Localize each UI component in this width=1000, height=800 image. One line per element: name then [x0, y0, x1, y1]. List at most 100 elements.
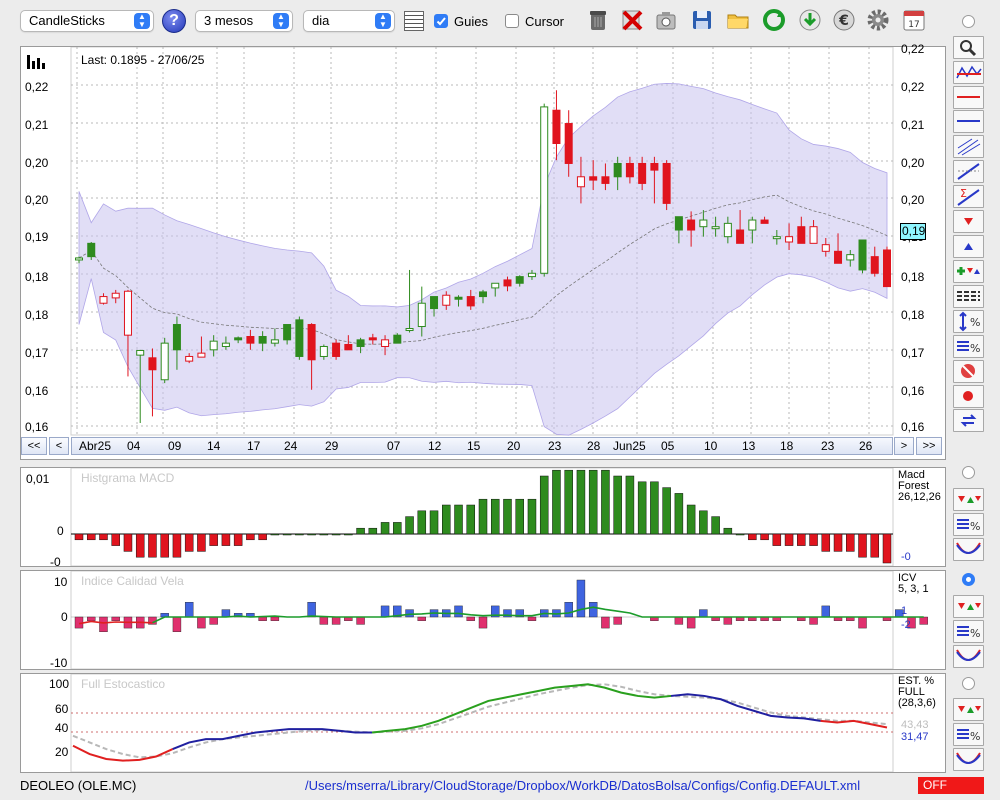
- record-button[interactable]: [953, 385, 984, 408]
- download-icon[interactable]: [798, 8, 822, 32]
- dashed-lines-icon: [957, 291, 980, 301]
- candle-body: [797, 226, 806, 244]
- candle-body: [123, 290, 132, 336]
- candle-body: [760, 219, 769, 224]
- icv-value-1: 1: [901, 605, 908, 617]
- icv-radio[interactable]: [962, 573, 975, 586]
- cursor-checkbox[interactable]: [505, 14, 519, 28]
- macd-radio[interactable]: [962, 466, 975, 479]
- candle-body: [564, 123, 573, 164]
- macd-signal-button[interactable]: [953, 488, 984, 511]
- svg-text:%: %: [970, 627, 980, 640]
- trash-icon[interactable]: [586, 8, 610, 32]
- up-arrow-button[interactable]: [953, 235, 984, 258]
- calendar-grid-icon[interactable]: [404, 11, 424, 31]
- stoch-curve-button[interactable]: [953, 748, 984, 771]
- euro-icon[interactable]: €: [832, 8, 856, 32]
- date-scrollbar[interactable]: [71, 437, 893, 455]
- main-chart-radio[interactable]: [962, 15, 975, 28]
- icv-signal-button[interactable]: [953, 595, 984, 618]
- price-right-y-tick: 0,20: [901, 193, 925, 207]
- svg-text:%: %: [970, 316, 980, 329]
- price-y-tick: 0,22: [25, 80, 49, 94]
- stoch-percent-button[interactable]: %: [953, 723, 984, 746]
- lines-button[interactable]: [953, 285, 984, 308]
- swap-button[interactable]: [953, 409, 984, 432]
- guides-checkbox[interactable]: [434, 14, 448, 28]
- sigma-line-icon: Σ: [957, 187, 980, 206]
- trendline-tool-button[interactable]: [953, 160, 984, 183]
- macd-bar: [393, 522, 402, 535]
- icv-bar: [405, 609, 414, 618]
- stoch-signal-button[interactable]: [953, 698, 984, 721]
- trendline-icon: [957, 163, 980, 180]
- candle-body: [772, 236, 781, 240]
- date-tick-label: 07: [387, 439, 401, 453]
- macd-percent-button[interactable]: %: [953, 513, 984, 536]
- macd-bar: [111, 533, 120, 546]
- horizontal-red-line-button[interactable]: [953, 86, 984, 109]
- config-path-link[interactable]: /Users/mserra/Library/CloudStorage/Dropb…: [305, 778, 860, 793]
- macd-bar: [846, 533, 855, 552]
- red-green-arrows-icon: [958, 603, 981, 610]
- calendar-icon[interactable]: 17: [902, 8, 926, 32]
- camera-icon[interactable]: [654, 8, 678, 32]
- candle-body: [270, 339, 279, 344]
- checkmark-icon: [436, 17, 446, 26]
- macd-bar: [270, 533, 280, 536]
- macd-bar: [74, 533, 84, 541]
- zoom-button[interactable]: [953, 36, 984, 59]
- macd-bar: [527, 498, 537, 535]
- percent-range-button[interactable]: %: [953, 310, 984, 333]
- price-right-y-tick: 0,20: [901, 156, 925, 170]
- date-tick-label: 18: [780, 439, 794, 453]
- add-signal-button[interactable]: [953, 260, 984, 283]
- help-icon[interactable]: ?: [162, 9, 186, 33]
- icv-percent-button[interactable]: %: [953, 620, 984, 643]
- interval-select[interactable]: dia ▲ ▼: [303, 10, 395, 32]
- folder-icon[interactable]: [726, 8, 750, 32]
- nav-prev-button[interactable]: <: [49, 437, 69, 455]
- icv-curve-button[interactable]: [953, 645, 984, 668]
- candle-body: [674, 216, 683, 231]
- nav-first-button[interactable]: <<: [21, 437, 47, 455]
- candle-body: [111, 292, 120, 299]
- chart-type-select[interactable]: CandleSticks ▲ ▼: [20, 10, 154, 32]
- channel-tool-button[interactable]: [953, 135, 984, 158]
- fibonacci-tool-button[interactable]: Σ: [953, 185, 984, 208]
- record-icon: [963, 391, 973, 401]
- candle-body: [540, 106, 549, 274]
- down-arrow-button[interactable]: [953, 210, 984, 233]
- status-off-badge[interactable]: OFF: [918, 777, 984, 794]
- candle-body: [172, 324, 181, 351]
- indicator-overlay-button[interactable]: [953, 61, 984, 84]
- macd-panel: Histgrama MACD 0,01 0 -0 Macd Forest 26,…: [20, 467, 946, 568]
- candle-body: [356, 339, 365, 347]
- nav-last-button[interactable]: >>: [916, 437, 942, 455]
- macd-bar: [748, 533, 757, 541]
- period-select[interactable]: 3 mesos ▲ ▼: [195, 10, 293, 32]
- candle-body: [148, 357, 157, 371]
- macd-bar: [539, 475, 549, 535]
- stochastic-radio[interactable]: [962, 677, 975, 690]
- candle-body: [625, 162, 634, 178]
- stop-button[interactable]: [953, 360, 984, 383]
- candle-body: [748, 219, 757, 231]
- svg-text:%: %: [970, 342, 980, 355]
- percent-lines-button[interactable]: %: [953, 335, 984, 358]
- price-y-tick: 0,17: [25, 346, 49, 360]
- icv-bar: [858, 616, 867, 629]
- price-y-tick: 0,20: [25, 156, 49, 170]
- macd-curve-button[interactable]: [953, 538, 984, 561]
- refresh-icon[interactable]: [762, 8, 786, 32]
- candle-body: [99, 296, 108, 304]
- delete-icon[interactable]: [620, 8, 644, 32]
- gear-icon[interactable]: [866, 8, 890, 32]
- ticker-label: DEOLEO (OLE.MC): [20, 778, 137, 793]
- nav-next-button[interactable]: >: [894, 437, 914, 455]
- save-icon[interactable]: [690, 8, 714, 32]
- horizontal-blue-line-button[interactable]: [953, 110, 984, 133]
- price-y-tick: 0,16: [25, 384, 49, 398]
- candle-body: [821, 244, 830, 252]
- date-tick-label: 23: [548, 439, 562, 453]
